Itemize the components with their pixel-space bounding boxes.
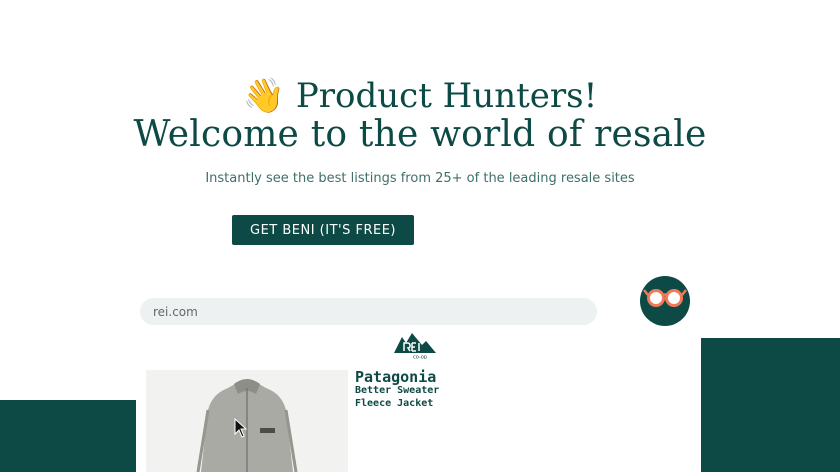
hero-title-line2: Welcome to the world of resale bbox=[133, 114, 707, 155]
background-block-right bbox=[701, 338, 840, 472]
rei-logo-icon: co-op bbox=[392, 331, 438, 361]
hero-title-line1: 👋 Product Hunters! bbox=[0, 74, 840, 118]
svg-text:co-op: co-op bbox=[413, 355, 427, 360]
url-text: rei.com bbox=[153, 304, 198, 319]
mouse-pointer-icon bbox=[234, 417, 248, 443]
glasses-icon[interactable] bbox=[640, 276, 690, 326]
waving-hand-icon: 👋 bbox=[242, 76, 286, 116]
product-name: Better Sweater Fleece Jacket bbox=[355, 385, 440, 409]
background-block-left bbox=[0, 400, 140, 472]
url-bar[interactable]: rei.com bbox=[140, 298, 597, 325]
get-beni-button[interactable]: GET BENI (IT'S FREE) bbox=[232, 215, 414, 245]
hero-subtitle: Instantly see the best listings from 25+… bbox=[205, 171, 635, 186]
hero-title-text: Product Hunters! bbox=[295, 76, 598, 116]
